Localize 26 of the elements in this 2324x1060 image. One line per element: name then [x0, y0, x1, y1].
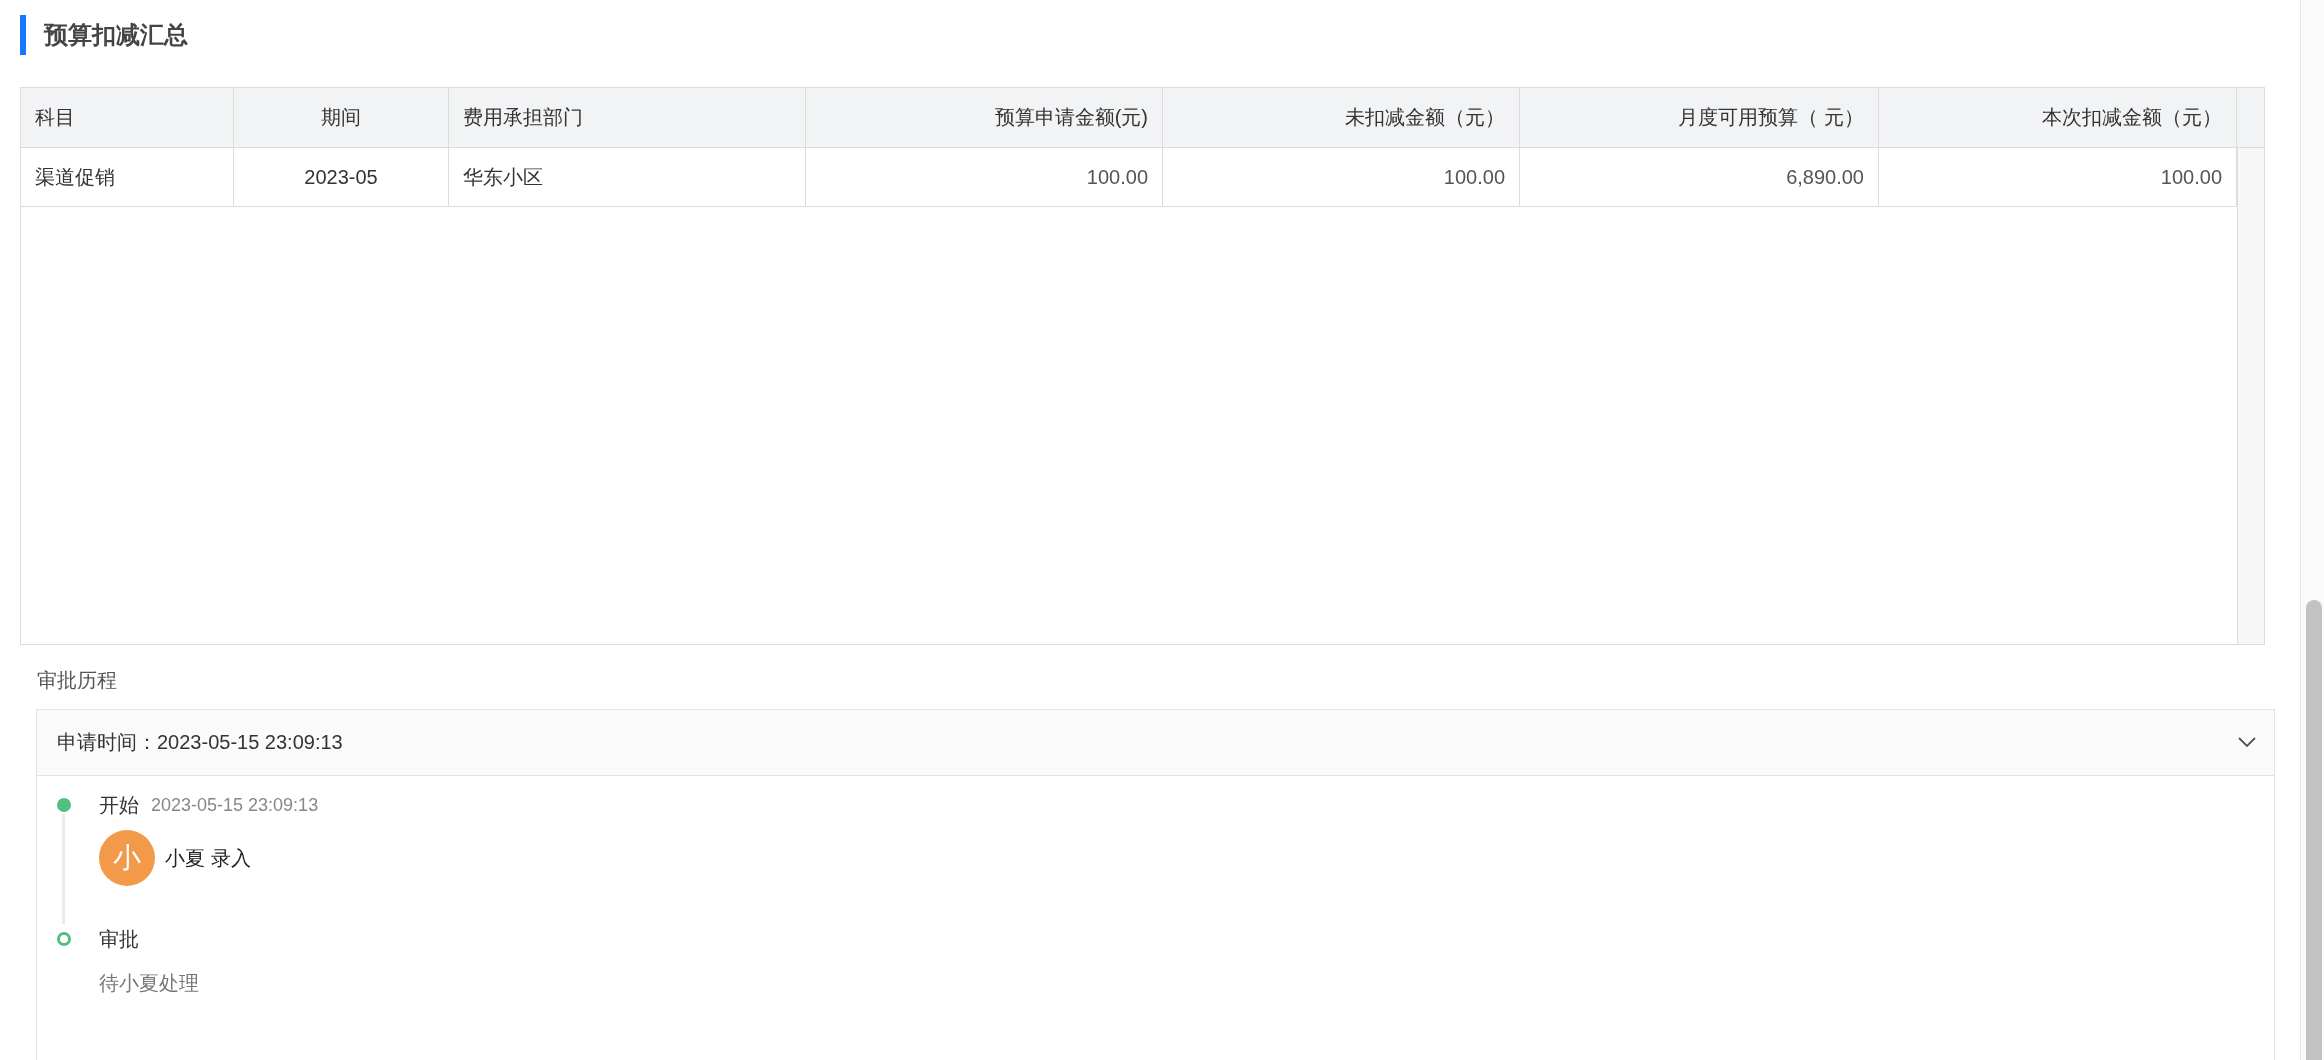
approval-history-title: 审批历程: [37, 668, 118, 693]
table-cell: 2023-05: [234, 148, 449, 206]
column-header: 期间: [234, 88, 449, 147]
step-name: 审批: [99, 927, 139, 952]
chevron-down-icon[interactable]: [2238, 737, 2256, 748]
column-header: 科目: [21, 88, 234, 147]
approval-panel-header[interactable]: 申请时间：2023-05-15 23:09:13: [37, 710, 2274, 776]
section-marker: [20, 15, 26, 55]
table-cell: 100.00: [806, 148, 1163, 206]
person-action: 小夏 录入: [165, 845, 251, 871]
step-note: 待小夏处理: [99, 971, 199, 996]
column-header: 费用承担部门: [449, 88, 806, 147]
page-scrollbar[interactable]: [2300, 0, 2324, 1060]
step-time: 2023-05-15 23:09:13: [151, 794, 319, 816]
column-header: 本次扣减金额（元）: [1879, 88, 2237, 147]
avatar: 小: [99, 830, 155, 886]
apply-time: 申请时间：2023-05-15 23:09:13: [57, 730, 343, 755]
section-title: 预算扣减汇总: [44, 20, 188, 50]
table-cell: 100.00: [1163, 148, 1520, 206]
table-cell: 华东小区: [449, 148, 806, 206]
table-cell: 渠道促销: [21, 148, 234, 206]
table-cell: 6,890.00: [1520, 148, 1879, 206]
column-header: 月度可用预算（ 元）: [1520, 88, 1879, 147]
column-header: 预算申请金额(元): [806, 88, 1163, 147]
column-header: 未扣减金额（元）: [1163, 88, 1520, 147]
step-name: 开始: [99, 793, 139, 818]
